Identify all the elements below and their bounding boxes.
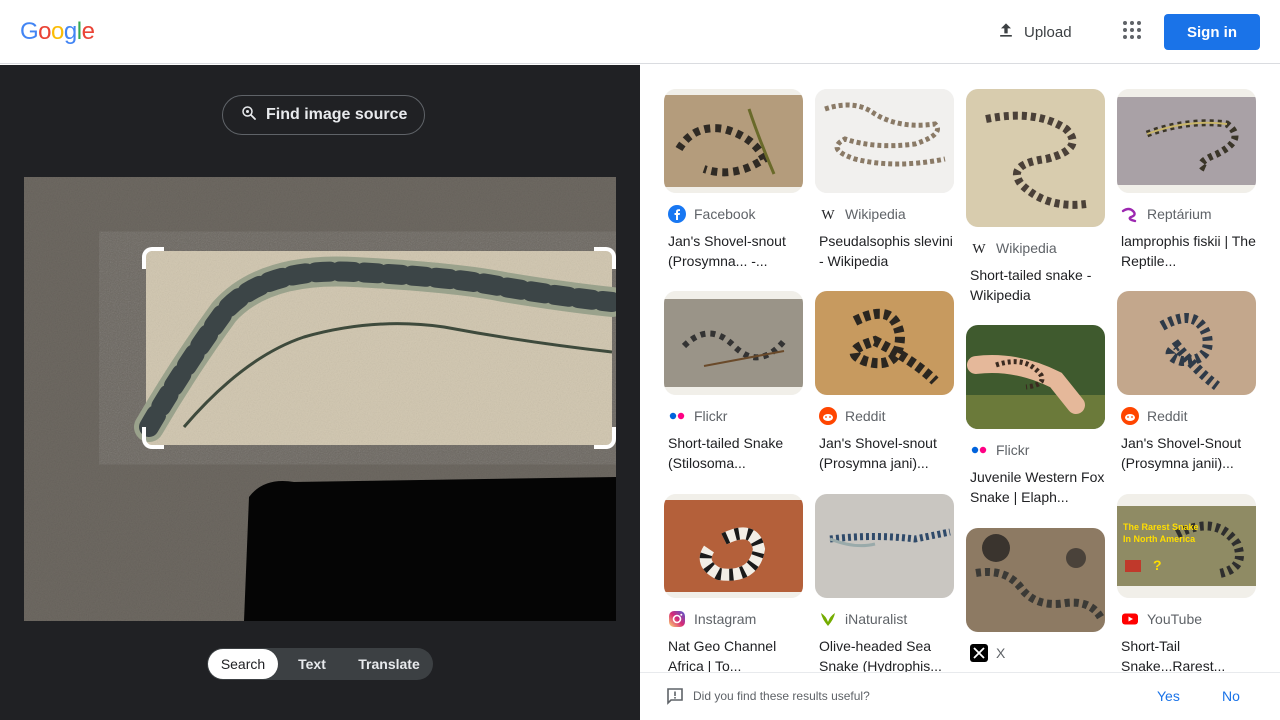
result-source: Wikipedia bbox=[845, 206, 906, 222]
result-source: Reptárium bbox=[1147, 206, 1212, 222]
crop-handle-bottom-left[interactable] bbox=[142, 427, 164, 449]
thumb-overlay-text: In North America bbox=[1123, 534, 1196, 544]
svg-text:W: W bbox=[972, 242, 986, 257]
result-source: Wikipedia bbox=[996, 240, 1057, 256]
result-thumbnail[interactable] bbox=[1117, 291, 1256, 395]
feedback-question: Did you find these results useful? bbox=[693, 689, 870, 703]
feedback-bar: Did you find these results useful? Yes N… bbox=[640, 672, 1280, 720]
result-source: Flickr bbox=[694, 408, 728, 424]
result-title[interactable]: Short-tailed Snake (Stilosoma... bbox=[664, 433, 803, 473]
logo-letter: o bbox=[38, 18, 52, 45]
result-card[interactable]: The Rarest Snake In North America? YouTub… bbox=[1117, 494, 1256, 676]
result-thumbnail[interactable] bbox=[815, 89, 954, 193]
result-source: YouTube bbox=[1147, 611, 1203, 627]
result-title[interactable]: Pseudalsophis slevini - Wikipedia bbox=[815, 231, 954, 271]
result-thumbnail[interactable] bbox=[664, 494, 803, 598]
crop-selection[interactable] bbox=[142, 247, 616, 449]
result-source: Facebook bbox=[694, 206, 756, 222]
result-thumbnail[interactable] bbox=[966, 528, 1105, 632]
result-thumbnail[interactable]: The Rarest Snake In North America? bbox=[1117, 494, 1256, 598]
result-card[interactable]: X bbox=[966, 528, 1105, 662]
upload-button[interactable]: Upload bbox=[984, 14, 1084, 50]
svg-text:W: W bbox=[821, 208, 835, 223]
result-title[interactable]: Juvenile Western Fox Snake | Elaph... bbox=[966, 467, 1105, 507]
result-source: X bbox=[996, 645, 1006, 661]
tab-text[interactable]: Text bbox=[278, 649, 346, 679]
result-source: Reddit bbox=[1147, 408, 1188, 424]
find-image-source-button[interactable]: Find image source bbox=[222, 95, 426, 135]
tab-translate[interactable]: Translate bbox=[346, 649, 432, 679]
find-image-source-label: Find image source bbox=[266, 106, 408, 123]
inaturalist-icon bbox=[819, 610, 837, 628]
result-title[interactable]: Jan's Shovel-snout (Prosymna jani)... bbox=[815, 433, 954, 473]
result-thumbnail[interactable] bbox=[1117, 89, 1256, 193]
crop-handle-top-right[interactable] bbox=[594, 247, 616, 269]
wikipedia-icon: W bbox=[819, 205, 837, 223]
reptarium-icon bbox=[1121, 205, 1139, 223]
result-source: Instagram bbox=[694, 611, 757, 627]
upload-icon bbox=[996, 20, 1016, 44]
feedback-yes-button[interactable]: Yes bbox=[1157, 688, 1180, 704]
result-card[interactable]: Instagram Nat Geo Channel Africa | To... bbox=[664, 494, 803, 676]
google-logo[interactable]: Google bbox=[20, 18, 95, 46]
flickr-icon bbox=[970, 441, 988, 459]
logo-letter: G bbox=[20, 18, 39, 45]
reddit-icon bbox=[1121, 407, 1139, 425]
result-title[interactable]: Short-Tail Snake...Rarest... bbox=[1117, 636, 1256, 676]
result-title[interactable]: Jan's Shovel-snout (Prosymna... -... bbox=[664, 231, 803, 271]
flickr-icon bbox=[668, 407, 686, 425]
result-thumbnail[interactable] bbox=[966, 325, 1105, 429]
upload-label: Upload bbox=[1024, 23, 1072, 41]
crop-handle-bottom-right[interactable] bbox=[594, 427, 616, 449]
result-title[interactable]: Olive-headed Sea Snake (Hydrophis... bbox=[815, 636, 954, 676]
result-card[interactable]: Flickr Short-tailed Snake (Stilosoma... bbox=[664, 291, 803, 473]
result-title[interactable]: Nat Geo Channel Africa | To... bbox=[664, 636, 803, 676]
result-thumbnail[interactable] bbox=[815, 494, 954, 598]
result-card[interactable]: Reptárium lamprophis fiskii | The Reptil… bbox=[1117, 89, 1256, 271]
tab-search[interactable]: Search bbox=[208, 649, 278, 679]
result-thumbnail[interactable] bbox=[664, 291, 803, 395]
result-card[interactable]: Reddit Jan's Shovel-Snout (Prosymna jani… bbox=[1117, 291, 1256, 473]
logo-letter: e bbox=[81, 18, 95, 45]
result-thumbnail[interactable] bbox=[664, 89, 803, 193]
result-title[interactable]: Short-tailed snake - Wikipedia bbox=[966, 265, 1105, 305]
result-source: Flickr bbox=[996, 442, 1030, 458]
lens-search-icon bbox=[240, 104, 258, 127]
reddit-icon bbox=[819, 407, 837, 425]
x-icon bbox=[970, 644, 988, 662]
result-title[interactable]: lamprophis fiskii | The Reptile... bbox=[1117, 231, 1256, 271]
lens-mode-tabs: Search Text Translate bbox=[207, 648, 433, 680]
apps-grid-icon bbox=[1122, 20, 1142, 45]
result-card[interactable]: W Wikipedia Short-tailed snake - Wikipedi… bbox=[966, 89, 1105, 305]
wikipedia-icon: W bbox=[970, 239, 988, 257]
logo-letter: o bbox=[51, 18, 64, 45]
feedback-icon bbox=[666, 687, 684, 705]
result-card[interactable]: Flickr Juvenile Western Fox Snake | Elap… bbox=[966, 325, 1105, 507]
logo-letter: g bbox=[63, 18, 77, 45]
query-image[interactable] bbox=[24, 177, 616, 621]
result-card[interactable]: iNaturalist Olive-headed Sea Snake (Hydr… bbox=[815, 494, 954, 676]
visual-matches-panel: Facebook Jan's Shovel-snout (Prosymna...… bbox=[640, 65, 1280, 720]
result-thumbnail[interactable] bbox=[815, 291, 954, 395]
apps-button[interactable] bbox=[1114, 14, 1150, 50]
result-source: iNaturalist bbox=[845, 611, 908, 627]
thumb-overlay-text: The Rarest Snake bbox=[1123, 522, 1199, 532]
svg-text:?: ? bbox=[1153, 557, 1162, 573]
instagram-icon bbox=[668, 610, 686, 628]
facebook-icon bbox=[668, 205, 686, 223]
result-card[interactable]: W Wikipedia Pseudalsophis slevini - Wikip… bbox=[815, 89, 954, 271]
result-title[interactable]: Jan's Shovel-Snout (Prosymna janii)... bbox=[1117, 433, 1256, 473]
top-bar: Google Upload Sign in bbox=[0, 0, 1280, 64]
youtube-icon bbox=[1121, 610, 1139, 628]
result-thumbnail[interactable] bbox=[966, 89, 1105, 227]
result-card[interactable]: Reddit Jan's Shovel-snout (Prosymna jani… bbox=[815, 291, 954, 473]
lens-image-panel: Find image source Search Text Translate bbox=[0, 65, 640, 720]
result-source: Reddit bbox=[845, 408, 886, 424]
sign-in-button[interactable]: Sign in bbox=[1164, 14, 1260, 50]
feedback-no-button[interactable]: No bbox=[1222, 688, 1240, 704]
crop-handle-top-left[interactable] bbox=[142, 247, 164, 269]
result-card[interactable]: Facebook Jan's Shovel-snout (Prosymna...… bbox=[664, 89, 803, 271]
